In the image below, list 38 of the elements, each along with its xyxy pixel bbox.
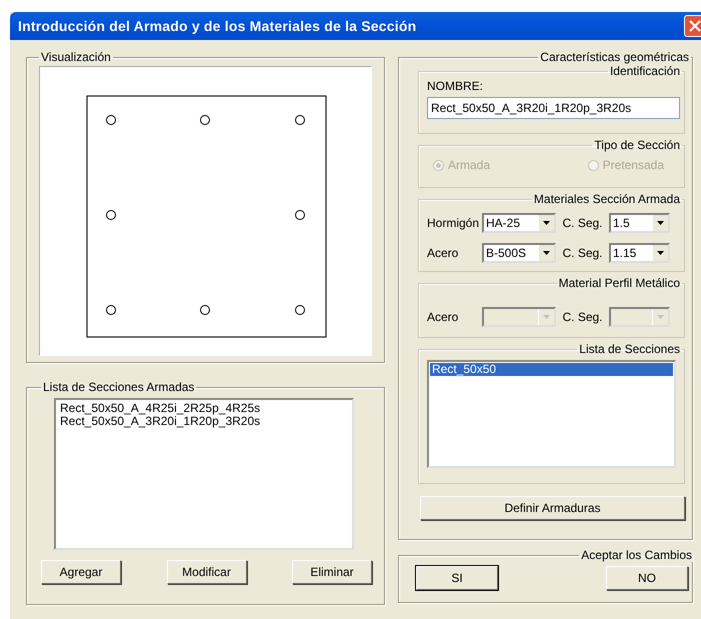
group-title: Material Perfil Metálico bbox=[558, 276, 681, 290]
safety-factor-dropdown[interactable] bbox=[609, 307, 670, 327]
armed-sections-list[interactable]: Rect_50x50_A_4R25i_2R25p_4R25s Rect_50x50_A_3R20i_1R20p_3R20s bbox=[54, 398, 354, 550]
panel-title: Lista de Secciones Armadas bbox=[42, 380, 196, 394]
safety-factor-dropdown[interactable]: 1.5 bbox=[609, 213, 670, 233]
field-label: C. Seg. bbox=[561, 216, 604, 230]
field-label: Acero bbox=[427, 246, 460, 260]
radio-label: Armada bbox=[448, 158, 490, 172]
dialog-button[interactable]: NO bbox=[606, 566, 688, 590]
field-label: C. Seg. bbox=[561, 310, 604, 324]
window-title: Introducción del Armado y de los Materiales de la Sección bbox=[18, 18, 416, 34]
group-title: Tipo de Sección bbox=[593, 138, 681, 152]
field-label: C. Seg. bbox=[561, 246, 604, 260]
radio-label: Pretensada bbox=[602, 158, 664, 172]
field-label: NOMBRE: bbox=[427, 79, 484, 93]
define-reinforcement-button[interactable]: Definir Armaduras bbox=[420, 496, 685, 520]
action-button[interactable]: Agregar bbox=[41, 560, 121, 584]
safety-factor-dropdown[interactable]: 1.15 bbox=[609, 243, 670, 263]
field-label: Acero bbox=[427, 310, 460, 324]
action-button[interactable]: Modificar bbox=[166, 560, 246, 584]
sections-list[interactable]: Rect_50x50 bbox=[427, 360, 676, 468]
material-dropdown[interactable]: B-500S bbox=[482, 243, 556, 263]
action-button[interactable]: Eliminar bbox=[292, 560, 372, 584]
close-icon bbox=[689, 20, 701, 32]
group-title: Lista de Secciones bbox=[578, 342, 681, 356]
list-item[interactable]: Rect_50x50_A_4R25i_2R25p_4R25s bbox=[58, 402, 350, 415]
list-item[interactable]: Rect_50x50 bbox=[430, 363, 673, 376]
name-field[interactable]: Rect_50x50_A_3R20i_1R20p_3R20s bbox=[427, 97, 680, 119]
close-button[interactable] bbox=[684, 15, 701, 37]
panel-title: Visualización bbox=[40, 50, 112, 64]
group-title: Identificación bbox=[608, 64, 681, 78]
panel-title: Características geométricas bbox=[539, 50, 690, 64]
group-title: Materiales Sección Armada bbox=[532, 192, 681, 206]
dialog-button[interactable]: SI bbox=[416, 566, 498, 590]
list-item[interactable]: Rect_50x50_A_3R20i_1R20p_3R20s bbox=[58, 415, 350, 428]
panel-title: Aceptar los Cambios bbox=[580, 548, 693, 562]
material-dropdown[interactable]: HA-25 bbox=[482, 213, 556, 233]
field-label: Hormigón bbox=[427, 216, 480, 230]
